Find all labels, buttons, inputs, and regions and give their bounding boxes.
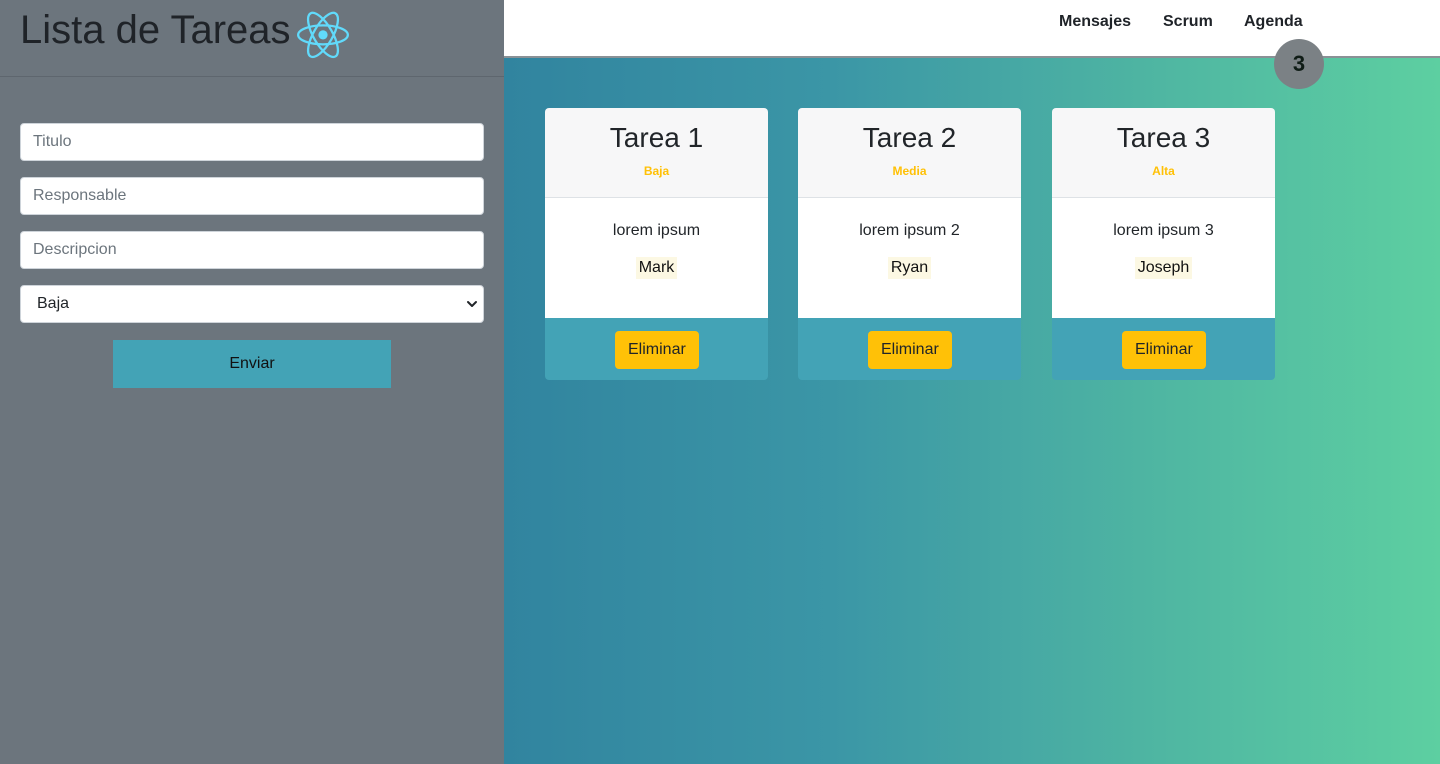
- task-responsible: Mark: [635, 257, 678, 279]
- nav-link-agenda[interactable]: Agenda: [1244, 13, 1303, 31]
- titulo-input[interactable]: [20, 123, 484, 161]
- task-card-body: lorem ipsum 3 Joseph: [1052, 198, 1275, 318]
- eliminar-button[interactable]: Eliminar: [868, 331, 952, 369]
- task-description: lorem ipsum 2: [859, 222, 960, 239]
- task-count-badge: 3: [1274, 39, 1324, 89]
- task-card-header: Tarea 2 Media: [798, 108, 1021, 198]
- task-card-body: lorem ipsum 2 Ryan: [798, 198, 1021, 318]
- task-card: Tarea 3 Alta lorem ipsum 3 Joseph Elimin…: [1052, 108, 1275, 380]
- priority-select[interactable]: Baja: [20, 285, 484, 323]
- panel-header: Lista de Tareas: [0, 0, 504, 77]
- task-description: lorem ipsum: [612, 222, 701, 239]
- task-priority: Alta: [1152, 164, 1175, 178]
- nav-link-scrum[interactable]: Scrum: [1163, 13, 1213, 31]
- eliminar-button[interactable]: Eliminar: [1122, 331, 1206, 369]
- task-responsible: Ryan: [887, 257, 932, 279]
- task-card-header: Tarea 3 Alta: [1052, 108, 1275, 198]
- task-card-header: Tarea 1 Baja: [545, 108, 768, 198]
- task-form: Baja: [20, 123, 484, 323]
- chevron-down-icon: [467, 301, 477, 307]
- task-card-footer: Eliminar: [798, 318, 1021, 380]
- task-card: Tarea 2 Media lorem ipsum 2 Ryan Elimina…: [798, 108, 1021, 380]
- task-responsible: Joseph: [1134, 257, 1193, 279]
- task-priority: Baja: [643, 164, 670, 178]
- task-card-footer: Eliminar: [545, 318, 768, 380]
- app-title: Lista de Tareas: [20, 8, 291, 52]
- task-title: Tarea 3: [1116, 122, 1211, 153]
- task-card-footer: Eliminar: [1052, 318, 1275, 380]
- task-description: lorem ipsum 3: [1113, 222, 1214, 239]
- enviar-button[interactable]: Enviar: [113, 340, 391, 388]
- task-priority: Media: [892, 164, 927, 178]
- responsable-input[interactable]: [20, 177, 484, 215]
- priority-select-value: Baja: [37, 295, 70, 312]
- react-atom-icon: [297, 11, 349, 59]
- task-title: Tarea 2: [862, 122, 957, 153]
- descripcion-input[interactable]: [20, 231, 484, 269]
- task-title: Tarea 1: [609, 122, 704, 153]
- task-card-body: lorem ipsum Mark: [545, 198, 768, 318]
- task-card: Tarea 1 Baja lorem ipsum Mark Eliminar: [545, 108, 768, 380]
- nav-link-mensajes[interactable]: Mensajes: [1059, 13, 1131, 31]
- tasks-area: Mensajes Scrum Agenda 3 Tarea 1 Baja lor…: [504, 0, 1440, 764]
- task-form-panel: Lista de Tareas Baja Enviar: [0, 0, 504, 764]
- eliminar-button[interactable]: Eliminar: [615, 331, 699, 369]
